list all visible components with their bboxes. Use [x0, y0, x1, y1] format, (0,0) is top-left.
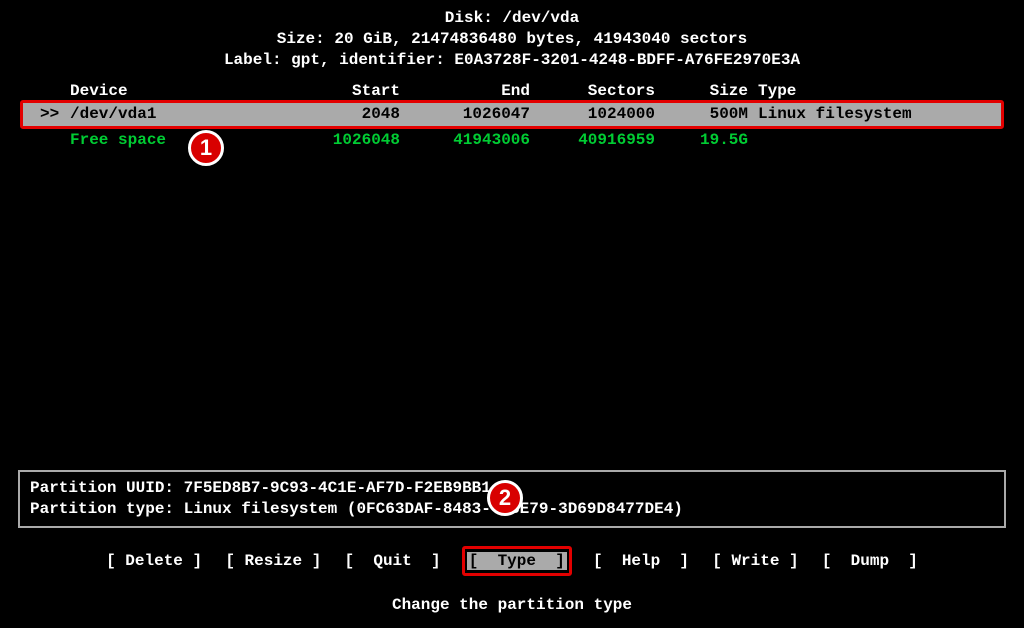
row-marker: >>	[40, 103, 70, 125]
col-device: Device	[70, 82, 285, 100]
row-marker	[40, 129, 70, 151]
callout-1-icon: 1	[188, 130, 224, 166]
table-row[interactable]: Free space 1026048 41943006 40916959 19.…	[12, 129, 1012, 151]
col-size: Size	[655, 82, 758, 100]
cell-sectors: 1024000	[530, 103, 655, 125]
cell-device: Free space	[70, 129, 285, 151]
partition-table: Device Start End Sectors Size Type >> /d…	[12, 82, 1012, 151]
menu-dump[interactable]: [ Dump ]	[820, 552, 920, 570]
size-line: Size: 20 GiB, 21474836480 bytes, 4194304…	[12, 29, 1012, 50]
col-end: End	[400, 82, 530, 100]
menu-write[interactable]: [ Write ]	[710, 552, 800, 570]
label-line: Label: gpt, identifier: E0A3728F-3201-42…	[12, 50, 1012, 71]
cell-start: 1026048	[285, 129, 400, 151]
menu-quit[interactable]: [ Quit ]	[343, 552, 443, 570]
cell-end: 1026047	[400, 103, 530, 125]
table-header: Device Start End Sectors Size Type	[12, 82, 1012, 100]
table-row[interactable]: >> /dev/vda1 2048 1026047 1024000 500M L…	[20, 100, 1004, 128]
cell-device: /dev/vda1	[70, 103, 285, 125]
col-type: Type	[758, 82, 984, 100]
col-sectors: Sectors	[530, 82, 655, 100]
menu-type[interactable]: [ Type ]	[467, 552, 567, 570]
cell-size: 500M	[655, 103, 758, 125]
cell-start: 2048	[285, 103, 400, 125]
action-menu: [ Delete ] [ Resize ] [ Quit ] [ Type ] …	[0, 546, 1024, 576]
cell-sectors: 40916959	[530, 129, 655, 151]
menu-type-highlight: [ Type ]	[462, 546, 572, 576]
hint-text: Change the partition type	[0, 596, 1024, 614]
cell-size: 19.5G	[655, 129, 758, 151]
menu-resize[interactable]: [ Resize ]	[223, 552, 323, 570]
cell-type	[758, 129, 984, 151]
disk-line: Disk: /dev/vda	[12, 8, 1012, 29]
menu-delete[interactable]: [ Delete ]	[104, 552, 204, 570]
header-block: Disk: /dev/vda Size: 20 GiB, 21474836480…	[12, 8, 1012, 70]
col-start: Start	[285, 82, 400, 100]
cell-end: 41943006	[400, 129, 530, 151]
menu-help[interactable]: [ Help ]	[591, 552, 691, 570]
callout-2-icon: 2	[487, 480, 523, 516]
cell-type: Linux filesystem	[758, 103, 984, 125]
